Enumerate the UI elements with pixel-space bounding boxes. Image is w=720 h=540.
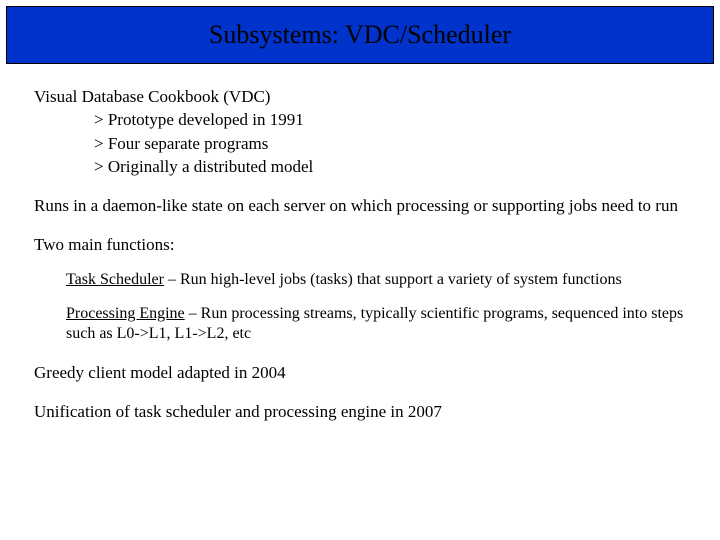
slide: Subsystems: VDC/Scheduler Visual Databas… (0, 6, 720, 540)
two-main-functions: Two main functions: (34, 234, 686, 255)
processing-engine-line: Processing Engine – Run processing strea… (66, 304, 686, 344)
vdc-bullet-2: > Four separate programs (94, 133, 686, 154)
functions-block: Task Scheduler – Run high-level jobs (ta… (66, 270, 686, 344)
title-bar: Subsystems: VDC/Scheduler (6, 6, 714, 64)
vdc-bullet-1: > Prototype developed in 1991 (94, 109, 686, 130)
vdc-bullet-3: > Originally a distributed model (94, 156, 686, 177)
task-scheduler-line: Task Scheduler – Run high-level jobs (ta… (66, 270, 686, 290)
processing-engine-label: Processing Engine (66, 305, 185, 322)
slide-body: Visual Database Cookbook (VDC) > Prototy… (0, 64, 720, 422)
task-scheduler-desc: – Run high-level jobs (tasks) that suppo… (164, 271, 622, 288)
task-scheduler-label: Task Scheduler (66, 271, 164, 288)
slide-title: Subsystems: VDC/Scheduler (209, 20, 511, 50)
daemon-paragraph: Runs in a daemon-like state on each serv… (34, 195, 686, 216)
greedy-line: Greedy client model adapted in 2004 (34, 362, 686, 383)
unification-line: Unification of task scheduler and proces… (34, 401, 686, 422)
vdc-heading: Visual Database Cookbook (VDC) (34, 86, 686, 107)
